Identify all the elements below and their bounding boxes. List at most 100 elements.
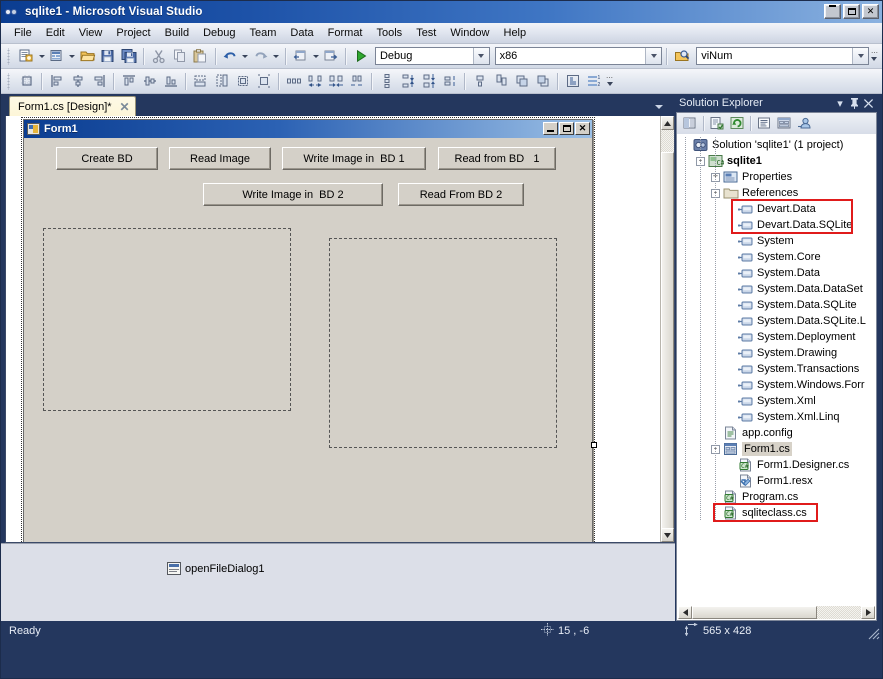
vertical-spacing-increase-icon[interactable] [397, 71, 418, 92]
open-file-icon[interactable] [77, 46, 98, 67]
new-item-dropdown[interactable] [67, 46, 77, 67]
tree-node[interactable]: +Properties [677, 169, 876, 185]
chevron-down-icon[interactable] [653, 101, 665, 113]
arrow-left-icon[interactable] [678, 605, 692, 619]
resize-grip[interactable] [866, 626, 880, 640]
new-project-icon[interactable] [16, 46, 37, 67]
tree-node[interactable]: Devart.Data [677, 201, 876, 217]
center-horizontally-icon[interactable] [469, 71, 490, 92]
menu-item-edit[interactable]: Edit [39, 24, 72, 42]
tree-node[interactable]: System [677, 233, 876, 249]
tree-node[interactable]: System.Transactions [677, 361, 876, 377]
tree-node[interactable]: -References [677, 185, 876, 201]
tree-node[interactable]: System.Data.SQLite [677, 297, 876, 313]
component-tray[interactable]: openFileDialog1 [1, 543, 675, 621]
maximize-button[interactable] [843, 4, 860, 19]
size-to-grid-icon[interactable] [253, 71, 274, 92]
horizontal-spacing-increase-icon[interactable] [304, 71, 325, 92]
read-image-button[interactable]: Read Image [169, 147, 271, 170]
close-icon[interactable] [861, 96, 875, 110]
cut-icon[interactable] [148, 46, 169, 67]
align-rights-icon[interactable] [88, 71, 109, 92]
tree-node[interactable]: System.Data [677, 265, 876, 281]
order-icon[interactable]: 12 [583, 71, 604, 92]
menu-item-tools[interactable]: Tools [370, 24, 410, 42]
create-bd-button[interactable]: Create BD [56, 147, 158, 170]
form-minimize-button[interactable] [543, 122, 558, 135]
designer-vertical-scrollbar[interactable] [660, 116, 674, 542]
solution-configuration-combo[interactable]: Debug [374, 47, 490, 65]
menu-item-file[interactable]: File [7, 24, 39, 42]
show-all-files-icon[interactable] [707, 114, 727, 133]
send-to-back-icon[interactable] [532, 71, 553, 92]
horizontal-spacing-remove-icon[interactable] [346, 71, 367, 92]
undo-icon[interactable] [220, 46, 241, 67]
copy-icon[interactable] [169, 46, 190, 67]
align-lefts-icon[interactable] [46, 71, 67, 92]
toolbar-grip[interactable] [6, 72, 13, 90]
toolbar-overflow-button[interactable]: ⋯ [604, 71, 615, 92]
navigate-backward-icon[interactable] [290, 46, 311, 67]
solution-platform-combo[interactable]: x86 [494, 47, 663, 65]
scroll-down-button[interactable] [661, 528, 674, 542]
align-tops-icon[interactable] [118, 71, 139, 92]
find-combo[interactable]: viNum [696, 47, 870, 65]
chevron-down-icon[interactable]: ▾ [833, 96, 847, 110]
properties-icon[interactable] [680, 114, 700, 133]
open-file-dialog-component[interactable]: openFileDialog1 [167, 562, 265, 575]
picture-box-2[interactable] [329, 238, 557, 448]
start-debug-icon[interactable] [350, 46, 371, 67]
pin-icon[interactable] [847, 96, 861, 110]
tree-node[interactable]: Solution 'sqlite1' (1 project) [677, 137, 876, 153]
menu-item-test[interactable]: Test [409, 24, 443, 42]
form1-designer-window[interactable]: Form1 ✕ Create BD Read Image Write Image… [23, 119, 593, 542]
scrollbar-track[interactable] [692, 605, 861, 619]
solution-explorer-horizontal-scrollbar[interactable] [676, 604, 877, 621]
paste-icon[interactable] [190, 46, 211, 67]
tree-node[interactable]: System.Xml [677, 393, 876, 409]
undo-dropdown[interactable] [240, 46, 250, 67]
save-icon[interactable] [98, 46, 119, 67]
resize-handle-right[interactable] [591, 442, 597, 448]
refresh-icon[interactable] [727, 114, 747, 133]
menu-item-window[interactable]: Window [443, 24, 496, 42]
write-image-bd2-button[interactable]: Write Image in BD 2 [203, 183, 383, 206]
scrollbar-thumb[interactable] [661, 152, 674, 542]
tab-close-icon[interactable]: ✕ [120, 101, 130, 113]
tree-node[interactable]: System.Data.SQLite.L [677, 313, 876, 329]
tree-node[interactable]: Devart.Data.SQLite [677, 217, 876, 233]
align-middles-icon[interactable] [139, 71, 160, 92]
tree-node[interactable]: System.Core [677, 249, 876, 265]
arrow-right-icon[interactable] [861, 605, 875, 619]
tab-order-icon[interactable] [562, 71, 583, 92]
menu-item-data[interactable]: Data [283, 24, 320, 42]
view-designer-icon[interactable] [774, 114, 794, 133]
horizontal-spacing-decrease-icon[interactable] [325, 71, 346, 92]
menu-item-project[interactable]: Project [109, 24, 157, 42]
tree-node[interactable]: System.Xml.Linq [677, 409, 876, 425]
vertical-spacing-decrease-icon[interactable] [418, 71, 439, 92]
menu-item-team[interactable]: Team [243, 24, 284, 42]
tree-node[interactable]: -C#sqlite1 [677, 153, 876, 169]
menu-item-help[interactable]: Help [497, 24, 534, 42]
align-centers-icon[interactable] [67, 71, 88, 92]
menu-item-debug[interactable]: Debug [196, 24, 242, 42]
menu-item-view[interactable]: View [72, 24, 110, 42]
tree-node[interactable]: -Form1.cs [677, 441, 876, 457]
tree-node[interactable]: Form1.resx [677, 473, 876, 489]
design-surface[interactable]: Form1 ✕ Create BD Read Image Write Image… [6, 116, 660, 542]
horizontal-spacing-make-equal-icon[interactable] [283, 71, 304, 92]
find-in-files-icon[interactable] [671, 46, 692, 67]
save-all-icon[interactable] [119, 46, 140, 67]
tab-form1-cs-design[interactable]: Form1.cs [Design]* ✕ [9, 96, 136, 116]
new-item-icon[interactable] [47, 46, 68, 67]
view-code-icon[interactable] [754, 114, 774, 133]
solution-explorer-tree[interactable]: Solution 'sqlite1' (1 project) -C#sqlite1… [676, 134, 877, 604]
center-vertically-icon[interactable] [490, 71, 511, 92]
form-maximize-button[interactable] [559, 122, 574, 135]
write-image-bd1-button[interactable]: Write Image in BD 1 [282, 147, 426, 170]
tree-node[interactable]: C# Program.cs [677, 489, 876, 505]
bring-to-front-icon[interactable] [511, 71, 532, 92]
chevron-down-icon[interactable] [852, 48, 869, 64]
make-same-size-icon[interactable] [232, 71, 253, 92]
